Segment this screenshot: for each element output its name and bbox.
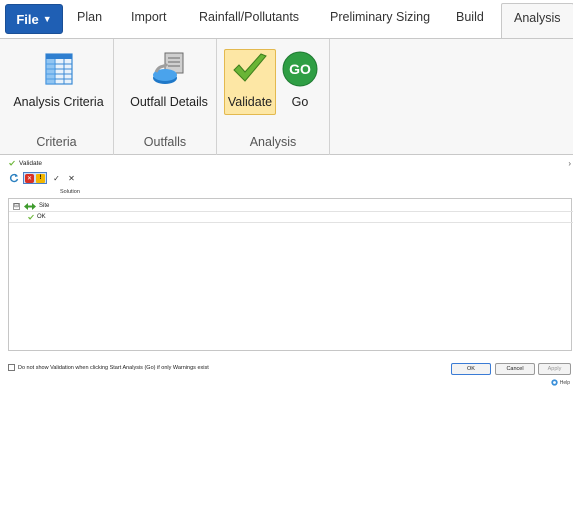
ribbon-group-criteria: Analysis Criteria Criteria (0, 39, 114, 155)
analysis-criteria-button[interactable]: Analysis Criteria (7, 49, 110, 115)
ribbon-group-analysis: Validate GO Go Analysis (217, 39, 330, 155)
ok-button[interactable]: OK (451, 363, 491, 375)
skip-validation-label: Do not show Validation when clicking Sta… (18, 364, 209, 371)
ribbon-group-outfalls: Outfall Details Outfalls (114, 39, 217, 155)
validate-pane-title: Validate (8, 160, 42, 167)
checkmark-icon (28, 214, 34, 220)
chevron-right-icon[interactable]: › (568, 159, 571, 168)
tree-row-site[interactable]: ⊟ Site (9, 201, 573, 212)
warning-filter-icon[interactable]: ! (36, 173, 45, 183)
tab-preliminary-sizing[interactable]: Preliminary Sizing (330, 10, 430, 24)
table-grid-icon (44, 53, 73, 85)
tab-analysis[interactable]: Analysis (501, 3, 573, 39)
tree-row-site-label: Site (39, 203, 50, 209)
checkmark-icon (233, 53, 267, 82)
file-label: File (16, 11, 39, 27)
skip-validation-option[interactable]: Do not show Validation when clicking Sta… (8, 364, 209, 371)
ribbon-panel: Analysis Criteria Criteria Outfall Detai… (0, 38, 573, 155)
solution-column-header: Solution (60, 189, 80, 195)
validate-footer: Do not show Validation when clicking Sta… (8, 361, 572, 387)
tree-row-ok[interactable]: OK (9, 212, 573, 223)
validate-toolbar: ✕ ! ✓ ✕ (8, 172, 77, 184)
apply-button[interactable]: Apply (538, 363, 571, 375)
skip-validation-checkbox[interactable] (8, 364, 15, 371)
collapse-toggle[interactable]: ⊟ (13, 202, 20, 210)
help-label: Help (559, 379, 570, 386)
ribbon-tab-bar: File ▼ Plan Import Rainfall/Pollutants P… (0, 0, 573, 39)
go-icon-text: GO (289, 61, 311, 77)
go-icon: GO (282, 51, 318, 87)
validate-title-text: Validate (19, 160, 43, 167)
outfall-details-button[interactable]: Outfall Details (126, 49, 212, 115)
validate-button[interactable]: Validate (224, 49, 276, 115)
analysis-criteria-label: Analysis Criteria (13, 95, 104, 109)
help-icon (551, 379, 558, 386)
group-label-outfalls: Outfalls (143, 135, 187, 149)
refresh-icon[interactable] (8, 173, 19, 184)
tab-import[interactable]: Import (131, 10, 166, 24)
validation-tree-box: ⊟ Site OK (8, 198, 573, 351)
validation-tree: ⊟ Site OK (8, 198, 573, 515)
site-icon (24, 202, 36, 210)
outfall-pipe-icon (153, 52, 184, 84)
tab-build[interactable]: Build (456, 10, 484, 24)
group-label-criteria: Criteria (36, 135, 77, 149)
cancel-button[interactable]: Cancel (495, 363, 535, 375)
go-label: Go (291, 95, 309, 109)
validate-pane: Validate › ✕ ! ✓ ✕ Solution ⊟ Site OK Do… (0, 157, 573, 387)
filter-toggle-group[interactable]: ✕ ! (23, 172, 47, 184)
outfall-details-label: Outfall Details (130, 95, 208, 109)
help-link[interactable]: Help (551, 379, 570, 386)
validate-label: Validate (227, 95, 273, 109)
go-button[interactable]: GO Go (280, 49, 320, 115)
tab-plan[interactable]: Plan (77, 10, 102, 24)
accept-icon[interactable]: ✓ (51, 173, 62, 184)
error-filter-icon[interactable]: ✕ (25, 173, 34, 183)
checkmark-icon (9, 160, 15, 166)
chevron-down-icon: ▼ (42, 14, 52, 24)
reject-icon[interactable]: ✕ (66, 173, 77, 184)
tab-rainfall-pollutants[interactable]: Rainfall/Pollutants (199, 10, 299, 24)
group-label-analysis: Analysis (249, 135, 297, 149)
tree-row-ok-label: OK (37, 214, 46, 220)
file-menu-button[interactable]: File ▼ (5, 4, 63, 34)
